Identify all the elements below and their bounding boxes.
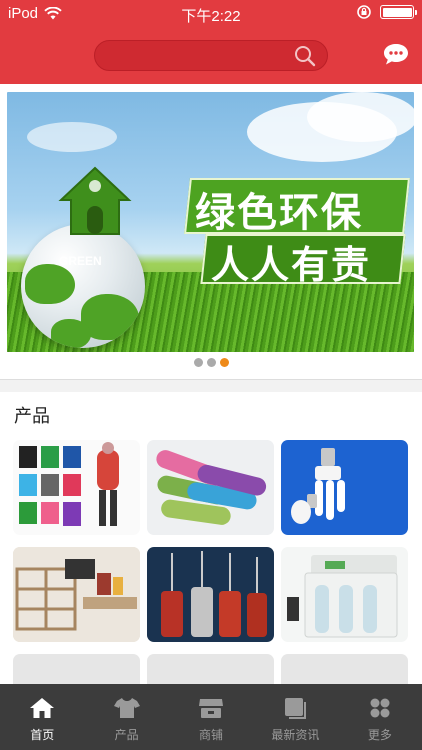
house-graphic [58, 166, 132, 235]
product-tile-yoga-mats[interactable] [147, 440, 274, 535]
slogan-line-1: 绿色环保 [195, 190, 363, 236]
tab-products[interactable]: 产品 [84, 684, 168, 750]
app-header: iPod 下午2:22 [0, 0, 422, 84]
products-title: 产品 [14, 406, 50, 427]
rotation-lock-icon [357, 5, 371, 19]
tab-home-label: 首页 [30, 728, 55, 742]
banner-carousel[interactable]: 绿色环保 人人有责 GREEN [0, 84, 422, 380]
news-icon [285, 698, 307, 719]
product-tile-water-purifier[interactable] [281, 547, 408, 642]
tab-store[interactable]: 商铺 [169, 684, 253, 750]
tab-store-label: 商铺 [199, 728, 224, 742]
product-tile-shopping-bags[interactable] [13, 440, 140, 535]
product-tile-water-boilers[interactable] [147, 547, 274, 642]
carousel-indicators [0, 358, 422, 367]
search-icon[interactable] [294, 45, 316, 67]
globe-graphic: GREEN [21, 224, 145, 348]
tab-home[interactable]: 首页 [0, 684, 84, 750]
grid-icon [370, 698, 390, 718]
bottom-tab-bar: 首页 产品 商铺 最新资讯 更多 [0, 684, 422, 750]
tab-more-label: 更多 [367, 728, 392, 742]
carousel-dot[interactable] [193, 358, 203, 367]
tab-more[interactable]: 更多 [338, 684, 422, 750]
chat-bubble-icon[interactable] [382, 42, 410, 66]
product-tile-energy-saving-bulbs[interactable] [281, 440, 408, 535]
tshirt-icon [113, 698, 140, 718]
battery-icon [380, 5, 417, 19]
carousel-dot-active[interactable] [219, 358, 229, 367]
banner-slogan: 绿色环保 人人有责 [183, 170, 411, 300]
products-section: 产品 [0, 392, 422, 749]
globe-text: GREEN [59, 254, 102, 268]
product-tile-bookshelf[interactable] [13, 547, 140, 642]
tab-news[interactable]: 最新资讯 [253, 684, 337, 750]
chat-button[interactable] [382, 42, 410, 70]
tab-products-label: 产品 [114, 728, 139, 742]
search-input[interactable] [94, 40, 328, 71]
store-icon [199, 699, 224, 718]
home-icon [30, 698, 55, 718]
slogan-line-2: 人人有责 [211, 243, 372, 287]
carousel-dot[interactable] [206, 358, 216, 367]
status-bar: iPod 下午2:22 [0, 0, 422, 28]
tab-news-label: 最新资讯 [271, 728, 320, 742]
banner-image[interactable]: 绿色环保 人人有责 GREEN [7, 92, 414, 352]
